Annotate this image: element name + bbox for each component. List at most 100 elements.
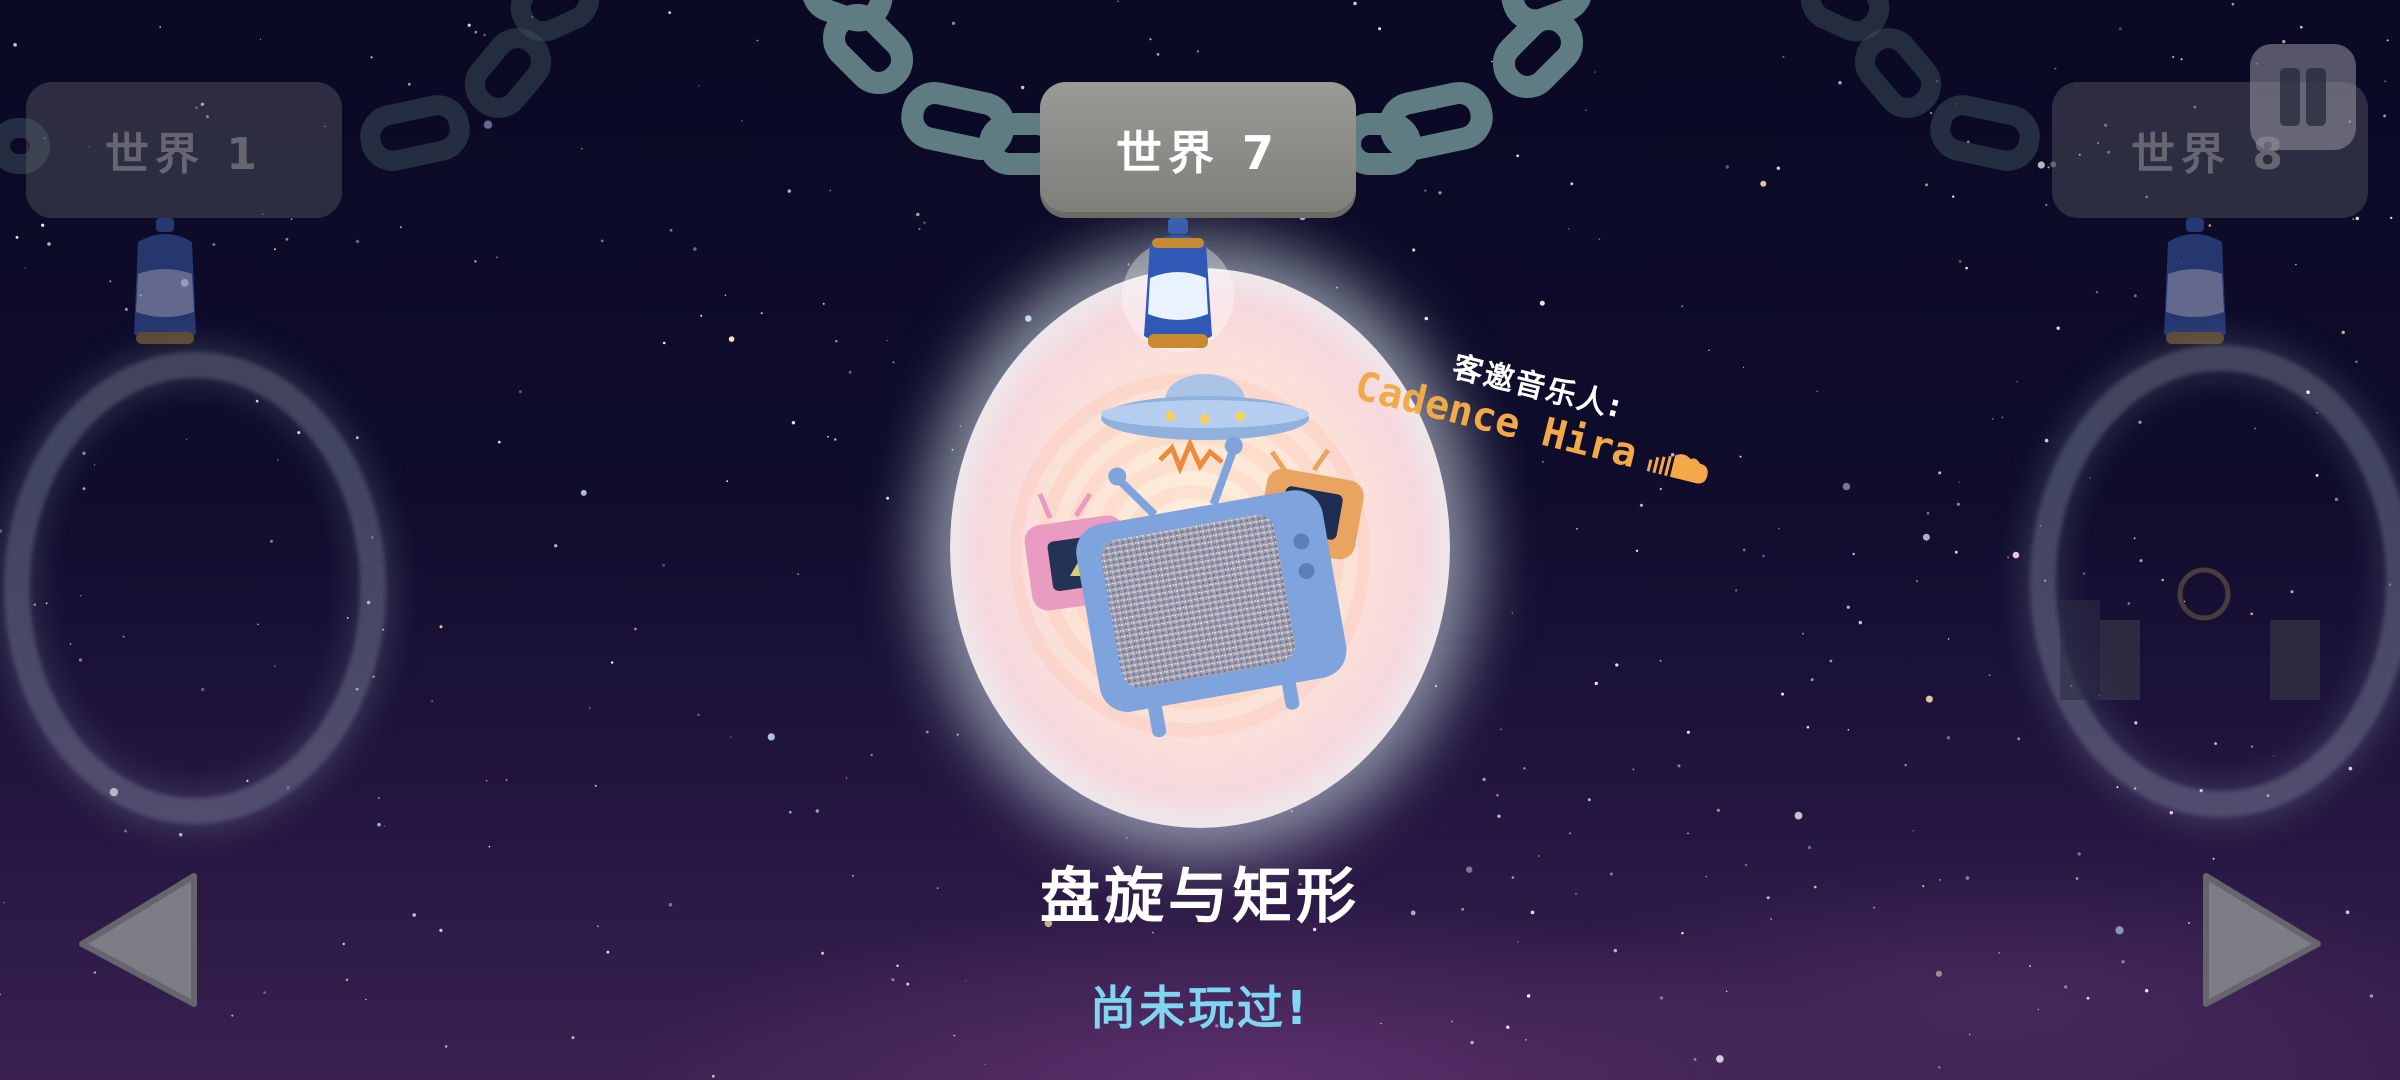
star xyxy=(926,730,929,734)
star xyxy=(1542,461,1544,463)
star xyxy=(693,247,697,251)
star xyxy=(2295,263,2297,266)
star xyxy=(1126,836,1128,839)
star xyxy=(1539,300,1545,306)
star xyxy=(1716,808,1720,812)
star xyxy=(1538,855,1540,857)
star xyxy=(273,248,276,251)
star xyxy=(1968,1033,1971,1036)
star xyxy=(891,978,895,982)
star xyxy=(1660,996,1664,1000)
star xyxy=(2056,326,2060,330)
star xyxy=(1639,503,1643,507)
star xyxy=(848,370,852,374)
star xyxy=(1956,502,1960,506)
star xyxy=(1988,674,1991,677)
star xyxy=(372,675,375,678)
star xyxy=(2086,996,2090,1000)
star xyxy=(984,1063,986,1065)
star xyxy=(1523,767,1526,770)
star xyxy=(1525,1039,1527,1041)
star xyxy=(1922,885,1925,888)
star xyxy=(896,964,899,967)
star xyxy=(474,260,477,263)
star xyxy=(1873,906,1876,909)
star xyxy=(1922,533,1930,541)
star xyxy=(594,784,597,788)
star xyxy=(1575,892,1577,895)
star xyxy=(1958,260,1962,263)
star xyxy=(662,341,666,345)
pause-button[interactable] xyxy=(2250,44,2356,150)
star xyxy=(1681,305,1684,308)
star xyxy=(610,661,614,664)
level-title: 盘旋与矩形 xyxy=(1040,862,1360,932)
star xyxy=(571,1036,575,1040)
star xyxy=(870,753,873,757)
star xyxy=(1743,366,1745,368)
star xyxy=(852,874,854,877)
star xyxy=(1904,764,1907,767)
star xyxy=(1946,736,1951,740)
star xyxy=(1794,811,1803,820)
prev-world-button[interactable] xyxy=(74,870,204,1010)
star xyxy=(2116,786,2119,789)
star xyxy=(231,1014,234,1017)
star xyxy=(2095,291,2098,294)
world-sign-current: 世界 7 xyxy=(1040,82,1356,218)
star xyxy=(47,242,51,246)
next-world-button[interactable] xyxy=(2196,870,2326,1010)
star xyxy=(1681,932,1684,935)
star xyxy=(2348,766,2353,771)
star xyxy=(1965,876,1970,880)
star xyxy=(1807,845,1812,850)
star xyxy=(1470,1040,1474,1045)
star xyxy=(886,496,890,500)
star xyxy=(1965,266,1968,270)
star xyxy=(1912,830,1914,832)
level-artwork xyxy=(1024,374,1364,738)
star xyxy=(2001,416,2004,419)
star xyxy=(1496,793,1499,797)
star xyxy=(2355,360,2358,363)
star xyxy=(1526,994,1531,998)
star xyxy=(886,339,888,342)
star xyxy=(1511,612,1513,614)
star xyxy=(1735,589,1738,592)
star xyxy=(1947,638,1950,640)
world-8-skyline xyxy=(2060,567,2320,700)
star xyxy=(488,845,491,848)
star xyxy=(728,336,735,342)
star xyxy=(342,942,345,946)
star xyxy=(2077,852,2081,856)
star xyxy=(1587,798,1591,802)
star xyxy=(892,361,895,364)
star xyxy=(2044,438,2049,443)
star xyxy=(1939,878,1941,881)
star xyxy=(1781,692,1784,696)
star xyxy=(822,303,825,305)
star xyxy=(1499,728,1502,731)
star xyxy=(1615,663,1619,667)
star xyxy=(496,256,498,258)
lantern-left xyxy=(134,218,196,344)
star xyxy=(519,390,522,394)
star xyxy=(2187,922,2190,924)
star xyxy=(355,436,359,440)
star xyxy=(505,779,508,781)
portal-world-1[interactable] xyxy=(4,352,386,824)
star xyxy=(1576,527,1578,530)
star xyxy=(2012,551,2020,559)
star xyxy=(1926,511,1930,515)
lantern-active xyxy=(1122,218,1234,352)
world-sign-left[interactable]: 世界 1 xyxy=(26,82,342,218)
star xyxy=(1482,777,1486,782)
star xyxy=(2145,989,2149,993)
star xyxy=(1742,548,1746,552)
star xyxy=(377,796,381,800)
star xyxy=(1687,832,1689,835)
star xyxy=(712,1074,715,1078)
star xyxy=(589,707,591,709)
star xyxy=(668,903,673,907)
star xyxy=(1816,390,1818,392)
